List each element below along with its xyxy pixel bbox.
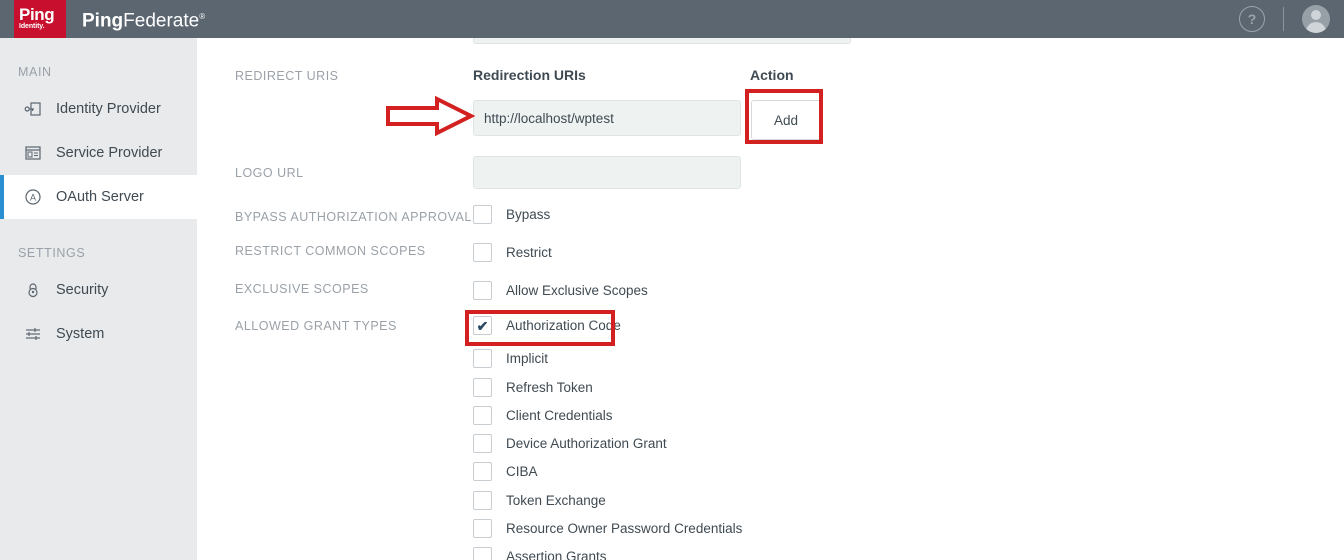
product-trademark: ® bbox=[199, 12, 205, 21]
checkbox-client-credentials[interactable] bbox=[473, 406, 492, 425]
sidebar-item-identity-provider[interactable]: Identity Provider bbox=[0, 87, 197, 131]
sidebar-section-settings-title: SETTINGS bbox=[0, 246, 197, 260]
checkbox-allow-exclusive-scopes[interactable] bbox=[473, 281, 492, 300]
logo-url-input[interactable] bbox=[473, 156, 741, 189]
header-actions: ? bbox=[1239, 0, 1344, 38]
column-header-action: Action bbox=[750, 67, 794, 83]
checkbox-refresh-token[interactable] bbox=[473, 378, 492, 397]
avatar-body-shape bbox=[1306, 22, 1326, 33]
checkbox-label: CIBA bbox=[506, 464, 538, 479]
top-header-bar: Ping Identity. PingFederate® ? bbox=[0, 0, 1344, 38]
checkbox-row-token-exchange[interactable]: Token Exchange bbox=[473, 491, 606, 510]
lock-icon bbox=[24, 281, 42, 299]
add-button[interactable]: Add bbox=[751, 100, 821, 140]
svg-text:A: A bbox=[30, 193, 36, 203]
avatar[interactable] bbox=[1302, 5, 1330, 33]
logo-identity-text: Identity. bbox=[19, 22, 44, 31]
checkbox-label: Allow Exclusive Scopes bbox=[506, 283, 648, 298]
sidebar-item-system[interactable]: System bbox=[0, 312, 197, 356]
product-title: PingFederate® bbox=[82, 7, 205, 31]
checkbox-row-ciba[interactable]: CIBA bbox=[473, 462, 538, 481]
checkbox-label: Restrict bbox=[506, 245, 552, 260]
checkbox-row-bypass[interactable]: Bypass bbox=[473, 205, 550, 224]
checkbox-ciba[interactable] bbox=[473, 462, 492, 481]
avatar-head-shape bbox=[1311, 10, 1321, 20]
checkbox-row-assertion-grants[interactable]: Assertion Grants bbox=[473, 547, 607, 560]
column-header-redirection-uris: Redirection URIs bbox=[473, 67, 586, 83]
checkbox-row-client-credentials[interactable]: Client Credentials bbox=[473, 406, 613, 425]
field-label-restrict-common-scopes: RESTRICT COMMON SCOPES bbox=[235, 244, 426, 258]
checkbox-row-resource-owner-password-credentials[interactable]: Resource Owner Password Credentials bbox=[473, 519, 742, 538]
field-label-redirect-uris: REDIRECT URIS bbox=[235, 69, 339, 83]
header-divider bbox=[1283, 7, 1284, 31]
checkmark-icon: ✔ bbox=[477, 319, 489, 333]
product-title-suffix: Federate bbox=[123, 10, 199, 31]
checkbox-label: Token Exchange bbox=[506, 493, 606, 508]
checkbox-implicit[interactable] bbox=[473, 349, 492, 368]
checkbox-label: Client Credentials bbox=[506, 408, 613, 423]
sidebar-item-oauth-server[interactable]: A OAuth Server bbox=[0, 175, 197, 219]
checkbox-row-allow-exclusive-scopes[interactable]: Allow Exclusive Scopes bbox=[473, 281, 648, 300]
sidebar-item-label: System bbox=[56, 326, 104, 342]
sidebar-section-main-title: MAIN bbox=[0, 65, 197, 79]
field-label-logo-url: LOGO URL bbox=[235, 166, 304, 180]
checkbox-restrict[interactable] bbox=[473, 243, 492, 262]
checkbox-row-authorization-code[interactable]: ✔ Authorization Code bbox=[473, 316, 621, 335]
checkbox-row-implicit[interactable]: Implicit bbox=[473, 349, 548, 368]
checkbox-label: Bypass bbox=[506, 207, 550, 222]
checkbox-label: Resource Owner Password Credentials bbox=[506, 521, 742, 536]
service-provider-icon bbox=[24, 144, 42, 162]
checkbox-label: Assertion Grants bbox=[506, 549, 607, 560]
sidebar-item-label: OAuth Server bbox=[56, 189, 144, 205]
checkbox-label: Device Authorization Grant bbox=[506, 436, 667, 451]
checkbox-row-device-authorization-grant[interactable]: Device Authorization Grant bbox=[473, 434, 667, 453]
field-label-exclusive-scopes: EXCLUSIVE SCOPES bbox=[235, 282, 369, 296]
checkbox-assertion-grants[interactable] bbox=[473, 547, 492, 560]
sidebar-item-label: Security bbox=[56, 282, 108, 298]
checkbox-label: Refresh Token bbox=[506, 380, 593, 395]
identity-provider-icon bbox=[24, 100, 42, 118]
sidebar-item-service-provider[interactable]: Service Provider bbox=[0, 131, 197, 175]
checkbox-token-exchange[interactable] bbox=[473, 491, 492, 510]
redirect-uri-input[interactable] bbox=[473, 100, 741, 136]
logo-ping-text: Ping bbox=[19, 7, 54, 22]
checkbox-authorization-code[interactable]: ✔ bbox=[473, 316, 492, 335]
field-label-bypass-authorization-approval: BYPASS AUTHORIZATION APPROVAL bbox=[235, 210, 472, 224]
oauth-server-icon: A bbox=[24, 188, 42, 206]
checkbox-bypass[interactable] bbox=[473, 205, 492, 224]
sidebar-item-label: Identity Provider bbox=[56, 101, 161, 117]
checkbox-label: Implicit bbox=[506, 351, 548, 366]
checkbox-label: Authorization Code bbox=[506, 318, 621, 333]
checkbox-device-authorization-grant[interactable] bbox=[473, 434, 492, 453]
checkbox-row-refresh-token[interactable]: Refresh Token bbox=[473, 378, 593, 397]
checkbox-row-restrict[interactable]: Restrict bbox=[473, 243, 552, 262]
help-icon[interactable]: ? bbox=[1239, 6, 1265, 32]
field-label-allowed-grant-types: ALLOWED GRANT TYPES bbox=[235, 319, 397, 333]
checkbox-resource-owner-password-credentials[interactable] bbox=[473, 519, 492, 538]
sidebar-item-label: Service Provider bbox=[56, 145, 162, 161]
sliders-icon bbox=[24, 325, 42, 343]
ping-identity-logo[interactable]: Ping Identity. bbox=[14, 0, 66, 38]
scrolled-partial-input[interactable] bbox=[473, 38, 851, 44]
product-title-prefix: Ping bbox=[82, 10, 123, 31]
sidebar: MAIN Identity Provider Service Provider bbox=[0, 38, 197, 560]
main-content: Redirection URIs Action REDIRECT URIS Ad… bbox=[197, 38, 1344, 560]
sidebar-item-security[interactable]: Security bbox=[0, 268, 197, 312]
